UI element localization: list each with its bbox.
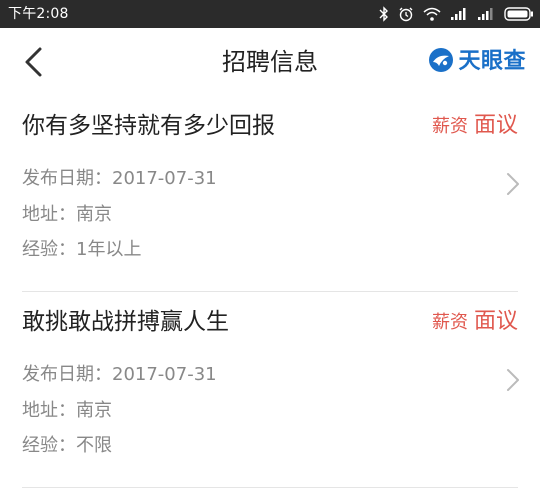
status-icons bbox=[379, 5, 534, 23]
job-list: 你有多坚持就有多少回报 薪资 面议 发布日期：2017-07-31 地址：南京 经… bbox=[0, 96, 540, 488]
status-bar: 下午2:08 bbox=[0, 0, 540, 28]
salary: 薪资 面议 bbox=[432, 306, 518, 339]
job-date: 发布日期：2017-07-31 bbox=[22, 364, 217, 385]
wifi-icon bbox=[423, 7, 441, 21]
job-date: 发布日期：2017-07-31 bbox=[22, 168, 217, 189]
chevron-right-icon bbox=[506, 368, 520, 392]
salary-label: 薪资 bbox=[431, 116, 468, 137]
chevron-right-icon bbox=[506, 172, 520, 196]
job-address: 地址：南京 bbox=[22, 204, 112, 225]
signal-icon bbox=[450, 7, 468, 21]
alarm-icon bbox=[398, 6, 414, 22]
battery-icon bbox=[504, 7, 534, 21]
salary-value: 面议 bbox=[473, 309, 518, 334]
signal-icon bbox=[477, 7, 495, 21]
salary: 薪资 面议 bbox=[432, 110, 518, 143]
job-card[interactable]: 你有多坚持就有多少回报 薪资 面议 发布日期：2017-07-31 地址：南京 经… bbox=[0, 96, 540, 292]
job-experience: 经验：1年以上 bbox=[22, 239, 142, 260]
bluetooth-icon bbox=[379, 6, 389, 22]
brand-icon bbox=[428, 47, 454, 77]
salary-label: 薪资 bbox=[431, 312, 468, 333]
job-title: 你有多坚持就有多少回报 bbox=[22, 113, 275, 139]
job-address: 地址：南京 bbox=[22, 400, 112, 421]
brand-logo: 天眼查 bbox=[428, 48, 526, 76]
job-experience: 经验：不限 bbox=[22, 435, 112, 456]
job-card[interactable]: 敢挑敢战拼搏赢人生 薪资 面议 发布日期：2017-07-31 地址：南京 经验：… bbox=[0, 292, 540, 488]
status-time: 下午2:08 bbox=[8, 6, 69, 22]
salary-value: 面议 bbox=[473, 113, 518, 138]
header: 招聘信息 天眼查 bbox=[0, 28, 540, 96]
job-title: 敢挑敢战拼搏赢人生 bbox=[22, 309, 229, 335]
brand-name: 天眼查 bbox=[458, 49, 526, 74]
